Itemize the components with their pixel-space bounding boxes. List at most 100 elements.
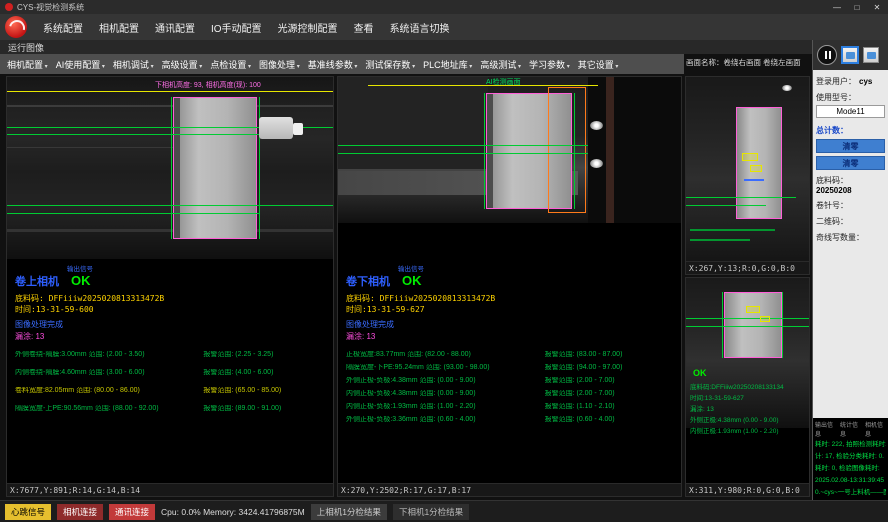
time-text: 时间:13-31-59-627 — [346, 304, 677, 315]
camera-title: 卷上相机 — [15, 273, 59, 289]
measurement-row: 内侧正极-负极:1.93mm 范围: (1.00 - 2.20)报警范围: (1… — [346, 403, 677, 411]
tb-learn-params[interactable]: 学习参数 — [525, 56, 574, 73]
side-camera-image-1[interactable] — [686, 77, 809, 263]
stats-tab-statistics[interactable]: 统计信息 — [840, 420, 861, 438]
green-measure-line — [574, 93, 575, 209]
machinery-edge — [7, 105, 333, 107]
tb-baseline-params[interactable]: 基准线参数 — [304, 56, 362, 73]
tb-ai-config[interactable]: AI使用配置 — [52, 56, 109, 73]
measurement-text: 外侧正极-负极:3.36mm 范围: (0.60 - 4.00) — [346, 416, 545, 424]
pause-button[interactable] — [817, 45, 837, 65]
comm-connection-indicator: 通讯连接 — [109, 504, 155, 520]
measurement-text: 内侧正极-负极:4.38mm 范围: (0.00 - 9.00) — [346, 390, 545, 398]
left-result-panel: 输出信号 卷上相机 OK 底料码: DFFiiiw202502081331347… — [15, 263, 329, 482]
yellow-callout-box — [746, 306, 760, 313]
connector-tip — [293, 123, 303, 135]
alarm-range-text: 报警范围: (65.00 - 85.00) — [203, 387, 329, 395]
cell-block — [724, 292, 782, 358]
toolbar: 相机配置 AI使用配置 相机调试 高级设置 点检设置 图像处理 基准线参数 测试… — [0, 54, 684, 74]
tb-spot-check[interactable]: 点检设置 — [206, 56, 255, 73]
connector-part — [259, 117, 293, 139]
yellow-callout-box — [742, 153, 758, 161]
maximize-button[interactable]: □ — [851, 3, 863, 12]
tb-camera-debug[interactable]: 相机调试 — [109, 56, 158, 73]
pixel-coords-readout: X:7677,Y:891;R:14,G:14,B:14 — [7, 483, 333, 496]
menu-camera-config[interactable]: 相机配置 — [91, 20, 147, 35]
stats-line: 0.~cys~一号上料机——图像 — [815, 487, 886, 499]
snapshot-button-2[interactable] — [863, 47, 879, 63]
measurement-row: 内侧卷绕-隔膜:4.60mm 范围: (3.00 - 6.00)报警范围: (4… — [15, 369, 329, 377]
side-result-line: 底料码:DFFiiiw20250208133134 — [690, 382, 807, 393]
window-controls: — □ ✕ — [831, 3, 883, 12]
tb-advanced-test[interactable]: 高级测试 — [476, 56, 525, 73]
alarm-range-text: 报警范围: (2.00 - 7.00) — [545, 377, 677, 385]
menu-io-manual-config[interactable]: IO手动配置 — [203, 20, 270, 35]
leak-count-text: 漏涂: 13 — [346, 331, 677, 342]
measurement-rows: 外侧卷绕-隔膜:3.00mm 范围: (2.00 - 3.50)报警范围: (2… — [15, 351, 329, 413]
output-signal-label: 输出信号 — [398, 263, 677, 273]
alarm-range-text: 报警范围: (94.00 - 97.00) — [545, 364, 677, 372]
cell-block — [173, 97, 257, 239]
alarm-range-text: 报警范围: (0.60 - 4.00) — [545, 416, 677, 424]
measurement-row: 卷料宽度:82.05mm 范围: (80.00 - 86.00)报警范围: (6… — [15, 387, 329, 395]
menu-comm-config[interactable]: 通讯配置 — [147, 20, 203, 35]
alarm-range-text: 报警范围: (2.00 - 7.00) — [545, 390, 677, 398]
yellow-reference-line — [7, 91, 333, 92]
tb-other-settings[interactable]: 其它设置 — [574, 56, 623, 73]
cell-block — [736, 107, 782, 219]
machinery-strip — [606, 77, 614, 223]
green-measure-line — [7, 134, 259, 135]
result-ok-badge: OK — [402, 273, 422, 288]
menu-view[interactable]: 查看 — [346, 20, 382, 35]
counter-reset-button-2[interactable]: 清零 — [816, 156, 885, 170]
heartbeat-indicator: 心跳信号 — [5, 504, 51, 520]
snapshot-button-1[interactable] — [842, 47, 858, 63]
pixel-coords-readout: X:311,Y:980;R:0,G:0,B:0 — [686, 483, 809, 496]
total-count-label: 总计数： — [816, 125, 885, 136]
stats-tab-output[interactable]: 输出信息 — [815, 420, 836, 438]
ai-view-overlay: AI检测画面 — [486, 77, 521, 87]
overlay-text-line — [690, 239, 750, 241]
blue-callout-mark — [744, 179, 764, 181]
tb-advanced-settings[interactable]: 高级设置 — [158, 56, 207, 73]
green-measure-line — [686, 318, 809, 319]
left-camera-image[interactable]: 下相机高度: 93, 相机高度(现): 100 — [7, 77, 333, 259]
close-button[interactable]: ✕ — [871, 3, 883, 12]
alarm-range-text: 报警范围: (1.10 - 2.10) — [545, 403, 677, 411]
stats-line: 计: 17, 检验分类耗时: 0. — [815, 451, 886, 463]
menu-language-switch[interactable]: 系统语言切换 — [382, 20, 458, 35]
side-camera-view-1: X:267,Y:13;R:0,G:0,B:0 — [685, 76, 810, 275]
tb-test-save[interactable]: 测试保存数 — [361, 56, 419, 73]
camera-title: 卷下相机 — [346, 273, 390, 289]
output-signal-label: 输出信号 — [67, 263, 329, 273]
measurement-row: 隔膜宽度-下PE:95.24mm 范围: (93.00 - 98.00)报警范围… — [346, 364, 677, 372]
camera-connection-indicator: 相机连接 — [57, 504, 103, 520]
model-select[interactable]: Mode11 — [816, 105, 885, 118]
measurement-text: 外侧正极-负极:4.38mm 范围: (0.00 - 9.00) — [346, 377, 545, 385]
green-measure-line — [171, 97, 172, 239]
tb-camera-config[interactable]: 相机配置 — [3, 56, 52, 73]
stats-tabs: 输出信息 统计信息 相机信息 — [815, 420, 886, 438]
tab-row: 运行图像 — [0, 40, 812, 54]
tb-image-process[interactable]: 图像处理 — [255, 56, 304, 73]
tb-plc-address[interactable]: PLC地址库 — [419, 56, 476, 73]
menu-system-config[interactable]: 系统配置 — [35, 20, 91, 35]
yellow-callout-box — [750, 165, 762, 172]
leak-count-text: 漏涂: 13 — [15, 331, 329, 342]
menu-light-control-config[interactable]: 光源控制配置 — [270, 20, 346, 35]
minimize-button[interactable]: — — [831, 3, 843, 12]
login-user-value: cys — [859, 77, 872, 86]
green-measure-line — [338, 153, 588, 154]
camera-height-overlay: 下相机高度: 93, 相机高度(现): 100 — [155, 80, 261, 90]
block-edge — [487, 94, 493, 208]
line-write-count-label: 奇线写数量： — [816, 232, 885, 243]
center-camera-image[interactable]: AI检测画面 — [338, 77, 681, 223]
sidebar-view-names: 画面名称：卷绕右画面 卷绕左画面 — [686, 57, 810, 68]
counter-reset-button-1[interactable]: 清零 — [816, 139, 885, 153]
measurement-row: 外侧卷绕-隔膜:3.00mm 范围: (2.00 - 3.50)报警范围: (2… — [15, 351, 329, 359]
stats-tab-camera[interactable]: 相机信息 — [865, 420, 886, 438]
tab-running-image[interactable]: 运行图像 — [8, 41, 44, 54]
upper-camera-result-label: 上相机1分检结果 — [311, 504, 387, 520]
green-measure-line — [686, 205, 766, 206]
overlay-text-line — [690, 229, 775, 231]
